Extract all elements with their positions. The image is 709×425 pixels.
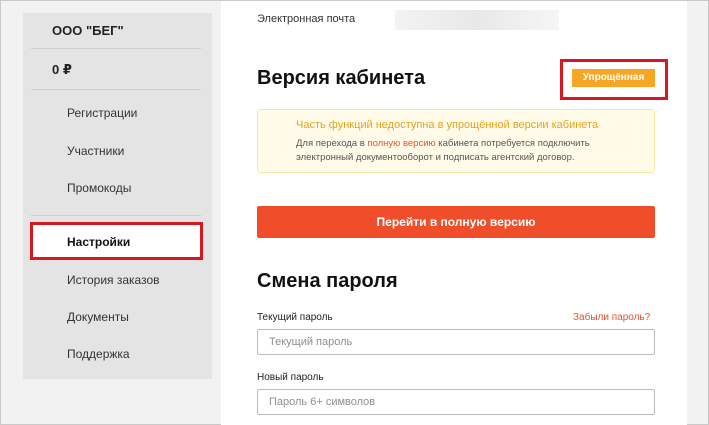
company-name: ООО "БЕГ" — [52, 23, 124, 38]
account-balance: 0 ₽ — [52, 62, 72, 77]
new-password-label: Новый пароль — [257, 372, 324, 383]
sidebar-item-promocodes[interactable]: Промокоды — [67, 181, 131, 195]
email-value-blurred — [395, 10, 559, 30]
sidebar-divider — [31, 215, 201, 216]
sidebar-divider — [31, 48, 201, 49]
window-frame: ООО "БЕГ" 0 ₽ Регистрации Участники Пром… — [0, 0, 709, 425]
version-heading: Версия кабинета — [257, 67, 426, 89]
highlight-box-settings: Настройки — [30, 222, 203, 260]
sidebar-divider — [31, 89, 201, 90]
full-version-link[interactable]: полную версию — [367, 138, 435, 149]
go-full-version-button[interactable]: Перейти в полную версию — [257, 206, 655, 238]
new-password-input[interactable] — [257, 389, 655, 415]
sidebar: ООО "БЕГ" 0 ₽ Регистрации Участники Пром… — [23, 13, 212, 379]
email-label: Электронная почта — [257, 13, 356, 25]
sidebar-item-support[interactable]: Поддержка — [67, 347, 130, 361]
current-password-input[interactable] — [257, 329, 655, 355]
sidebar-item-registrations[interactable]: Регистрации — [67, 106, 137, 120]
forgot-password-link[interactable]: Забыли пароль? — [573, 312, 650, 323]
notice-box: Часть функций недоступна в упрощённой ве… — [257, 109, 655, 173]
notice-text: Для перехода в полную версию кабинета по… — [296, 137, 648, 165]
notice-title: Часть функций недоступна в упрощённой ве… — [296, 119, 599, 131]
version-badge: Упрощённая — [572, 69, 655, 87]
sidebar-item-settings[interactable]: Настройки — [67, 235, 130, 249]
notice-text-before: Для перехода в — [296, 138, 368, 149]
main-panel: Электронная почта Версия кабинета Упрощё… — [221, 1, 687, 425]
sidebar-item-documents[interactable]: Документы — [67, 310, 129, 324]
current-password-label: Текущий пароль — [257, 312, 333, 323]
password-heading: Смена пароля — [257, 270, 398, 292]
sidebar-item-participants[interactable]: Участники — [67, 144, 124, 158]
sidebar-item-order-history[interactable]: История заказов — [67, 273, 160, 287]
